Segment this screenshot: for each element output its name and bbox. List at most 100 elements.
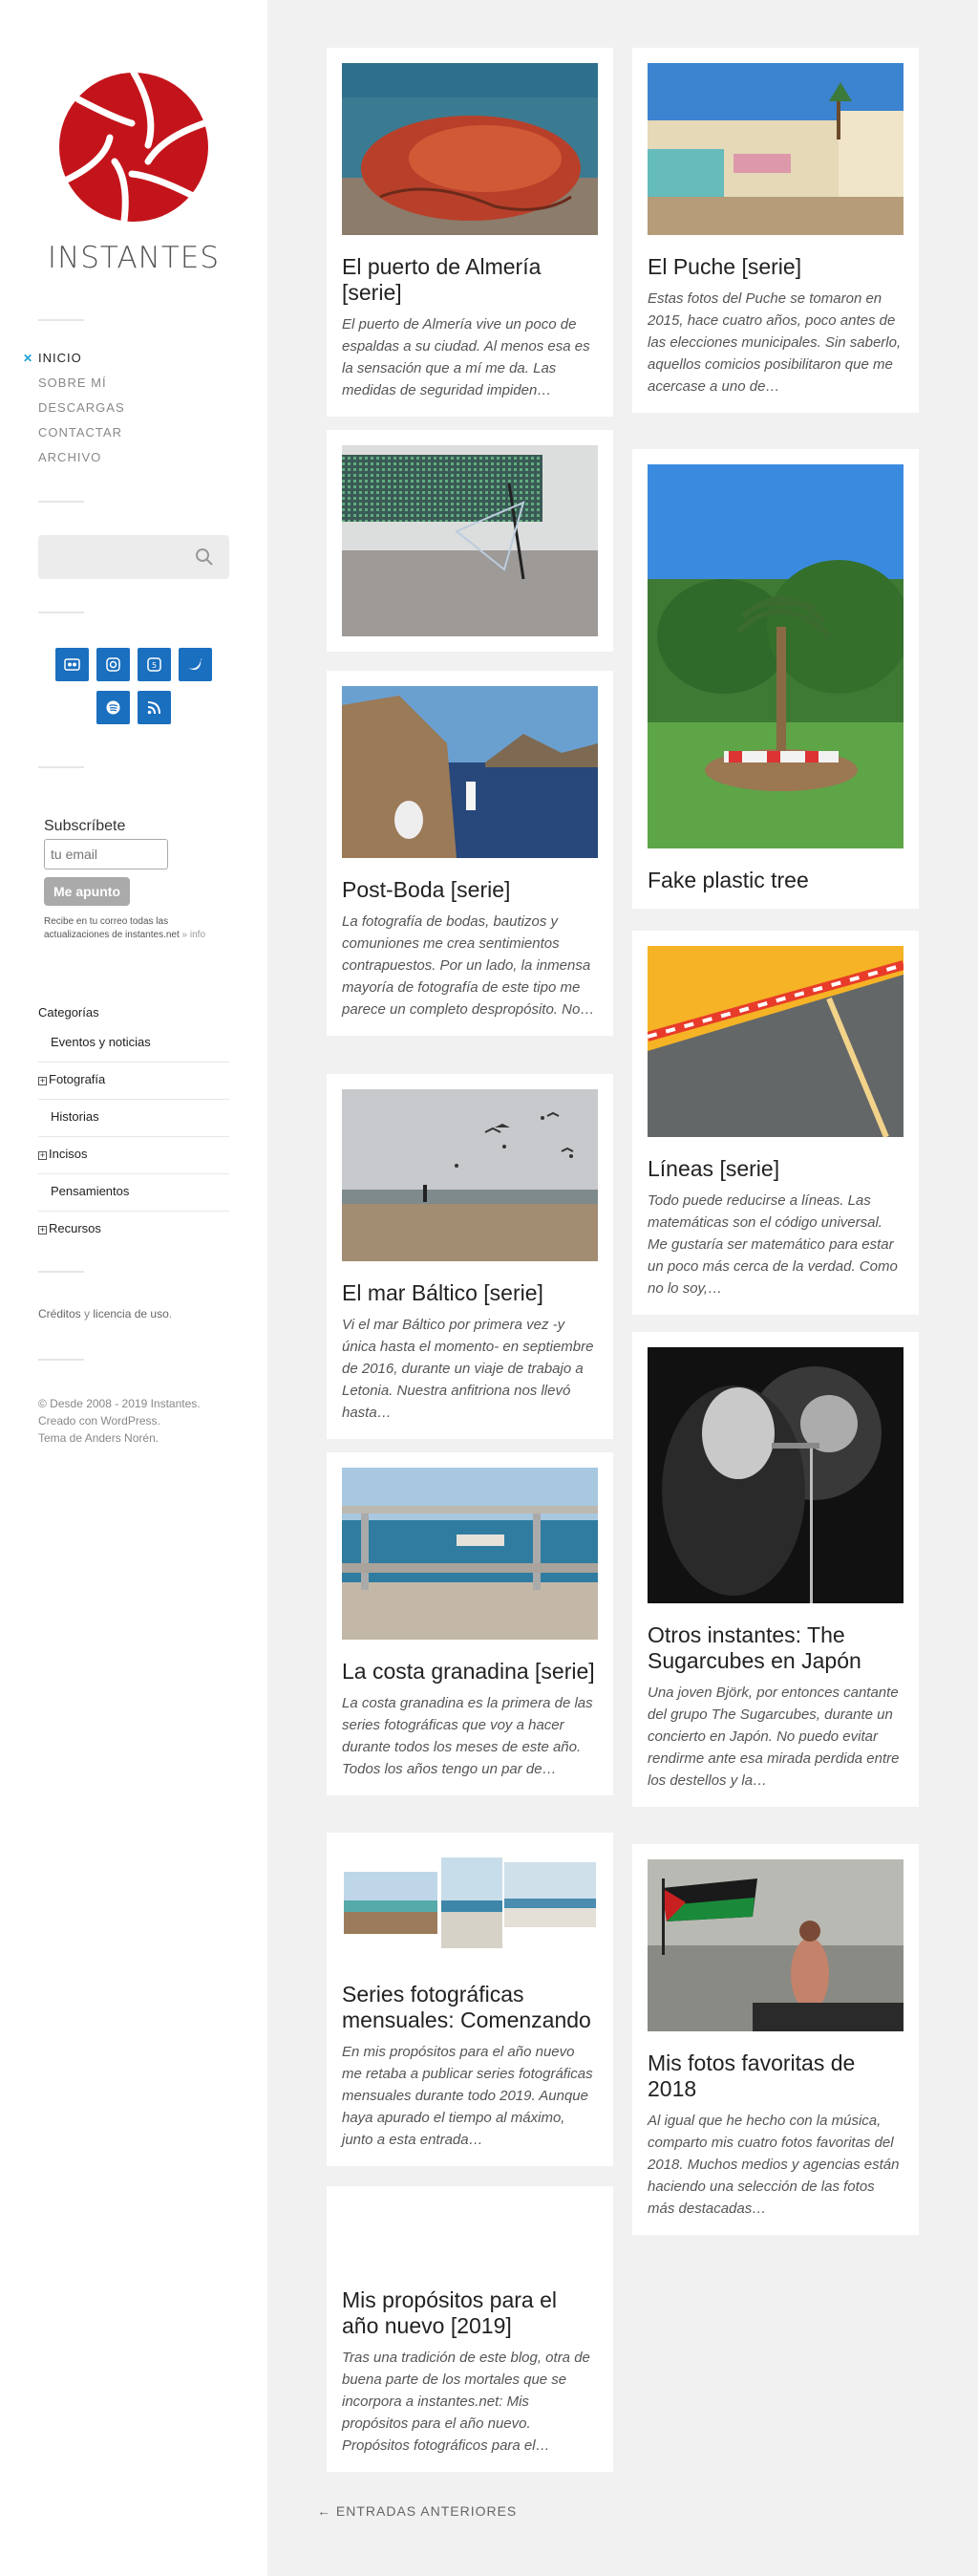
post-card[interactable]: Otros instantes: The Sugarcubes en Japón…: [632, 1332, 919, 1807]
sidebar: INSTANTES ✕ INICIO SOBRE MÍ DESCARGAS CON…: [0, 0, 267, 2576]
subscribe-note-text: Recibe en tu correo todas las actualizac…: [44, 916, 180, 940]
social-links: 5: [38, 648, 229, 734]
divider: [38, 501, 84, 503]
post-title[interactable]: El mar Báltico [serie]: [342, 1280, 598, 1306]
category-label: Historias: [51, 1109, 99, 1124]
nav-item-sobre-mi[interactable]: SOBRE MÍ: [38, 375, 125, 399]
post-title[interactable]: Fake plastic tree: [648, 868, 904, 893]
post-thumbnail[interactable]: [648, 1859, 904, 2031]
post-thumbnail[interactable]: [342, 1089, 598, 1261]
post-title[interactable]: La costa granadina [serie]: [342, 1659, 598, 1685]
active-marker-icon: ✕: [23, 352, 34, 365]
older-entries-link[interactable]: ← ENTRADAS ANTERIORES: [317, 2503, 517, 2519]
category-pensamientos[interactable]: Pensamientos: [38, 1174, 229, 1212]
post-thumbnail[interactable]: [342, 445, 598, 636]
twitter-icon[interactable]: [179, 648, 212, 681]
post-card[interactable]: La costa granadina [serie] La costa gran…: [327, 1452, 613, 1795]
license-link[interactable]: licencia de uso: [93, 1307, 168, 1320]
post-title[interactable]: Mis propósitos para el año nuevo [2019]: [342, 2287, 598, 2339]
post-title[interactable]: El puerto de Almería [serie]: [342, 254, 598, 306]
post-card[interactable]: Fake plastic tree: [632, 449, 919, 909]
post-thumbnail[interactable]: [342, 1468, 598, 1640]
divider: [38, 319, 84, 321]
categories-heading: Categorías: [38, 1005, 99, 1020]
post-excerpt: Tras una tradición de este blog, otra de…: [342, 2350, 590, 2454]
email-field[interactable]: [44, 839, 168, 869]
nav-item-contactar[interactable]: CONTACTAR: [38, 424, 125, 449]
nav-item-inicio[interactable]: ✕ INICIO: [23, 350, 125, 375]
credits-joiner: y: [80, 1307, 94, 1320]
subscribe-widget: Subscríbete Me apunto Recibe en tu corre…: [44, 818, 235, 942]
post-title[interactable]: Series fotográficas mensuales: Comenzand…: [342, 1982, 598, 2033]
post-title[interactable]: Líneas [serie]: [648, 1156, 904, 1182]
post-card[interactable]: El mar Báltico [serie] Vi el mar Báltico…: [327, 1074, 613, 1439]
expand-icon[interactable]: +: [38, 1077, 47, 1085]
post-excerpt: Una joven Björk, por entonces cantante d…: [648, 1685, 900, 1789]
logo-aperture-icon[interactable]: [57, 71, 210, 224]
post-card[interactable]: [327, 430, 613, 652]
divider: [38, 612, 84, 613]
post-thumbnail: [342, 2201, 598, 2268]
post-thumbnail[interactable]: [648, 464, 904, 848]
expand-icon[interactable]: +: [38, 1226, 47, 1234]
post-card[interactable]: Post-Boda [serie] La fotografía de bodas…: [327, 671, 613, 1036]
post-thumbnail[interactable]: [342, 686, 598, 858]
info-link[interactable]: » info: [182, 930, 205, 940]
post-excerpt: Estas fotos del Puche se tomaron en 2015…: [648, 290, 902, 395]
copyright-line: Tema de Anders Norén.: [38, 1431, 159, 1445]
category-label: Eventos y noticias: [51, 1035, 151, 1049]
category-historias[interactable]: Historias: [38, 1100, 229, 1137]
post-card[interactable]: El puerto de Almería [serie] El puerto d…: [327, 48, 613, 417]
credits: Créditos y licencia de uso.: [38, 1307, 172, 1320]
post-excerpt: Vi el mar Báltico por primera vez -y úni…: [342, 1317, 594, 1421]
nav-item-archivo[interactable]: ARCHIVO: [38, 449, 125, 474]
divider: [38, 766, 84, 768]
spotify-icon[interactable]: [96, 691, 130, 724]
post-excerpt: Todo puede reducirse a líneas. Las matem…: [648, 1192, 898, 1297]
subscribe-heading: Subscríbete: [44, 818, 126, 834]
copyright-line: © Desde 2008 - 2019 Instantes.: [38, 1397, 201, 1410]
site-title[interactable]: INSTANTES: [0, 241, 267, 275]
svg-text:5: 5: [152, 661, 157, 670]
category-label: Recursos: [49, 1221, 101, 1235]
instagram-icon[interactable]: [96, 648, 130, 681]
post-excerpt: En mis propósitos para el año nuevo me r…: [342, 2044, 593, 2148]
copyright: © Desde 2008 - 2019 Instantes. Creado co…: [38, 1395, 239, 1447]
500px-icon[interactable]: 5: [138, 648, 171, 681]
search-icon[interactable]: [195, 547, 214, 567]
post-thumbnail[interactable]: [342, 63, 598, 235]
post-thumbnail[interactable]: [648, 63, 904, 235]
post-excerpt: El puerto de Almería vive un poco de esp…: [342, 316, 590, 398]
expand-icon[interactable]: +: [38, 1151, 47, 1160]
category-incisos[interactable]: + Incisos: [38, 1137, 229, 1174]
post-thumbnail[interactable]: [648, 1347, 904, 1603]
post-card[interactable]: El Puche [serie] Estas fotos del Puche s…: [632, 48, 919, 413]
category-recursos[interactable]: + Recursos: [38, 1212, 229, 1249]
category-fotografia[interactable]: + Fotografía: [38, 1063, 229, 1100]
post-title[interactable]: Mis fotos favoritas de 2018: [648, 2050, 904, 2102]
divider: [38, 1359, 84, 1361]
flickr-icon[interactable]: [55, 648, 89, 681]
post-card[interactable]: Series fotográficas mensuales: Comenzand…: [327, 1833, 613, 2166]
post-card[interactable]: Mis propósitos para el año nuevo [2019] …: [327, 2186, 613, 2472]
rss-icon[interactable]: [138, 691, 171, 724]
post-thumbnail[interactable]: [342, 1848, 598, 1963]
post-thumbnail[interactable]: [648, 946, 904, 1137]
main-nav: ✕ INICIO SOBRE MÍ DESCARGAS CONTACTAR ARC…: [23, 350, 125, 474]
post-excerpt: La costa granadina es la primera de las …: [342, 1695, 593, 1777]
category-eventos[interactable]: Eventos y noticias: [38, 1025, 229, 1063]
copyright-line: Creado con WordPress.: [38, 1414, 160, 1428]
category-label: Pensamientos: [51, 1184, 130, 1198]
post-title[interactable]: Post-Boda [serie]: [342, 877, 598, 903]
post-title[interactable]: Otros instantes: The Sugarcubes en Japón: [648, 1622, 904, 1674]
subscribe-button[interactable]: Me apunto: [44, 877, 130, 906]
post-card[interactable]: Mis fotos favoritas de 2018 Al igual que…: [632, 1844, 919, 2235]
nav-label: INICIO: [38, 351, 82, 365]
post-card[interactable]: Líneas [serie] Todo puede reducirse a lí…: [632, 931, 919, 1315]
nav-item-descargas[interactable]: DESCARGAS: [38, 399, 125, 424]
credits-link[interactable]: Créditos: [38, 1307, 81, 1320]
search-input[interactable]: [38, 535, 229, 579]
divider: [38, 1271, 84, 1273]
post-title[interactable]: El Puche [serie]: [648, 254, 904, 280]
credits-end: .: [168, 1307, 173, 1320]
